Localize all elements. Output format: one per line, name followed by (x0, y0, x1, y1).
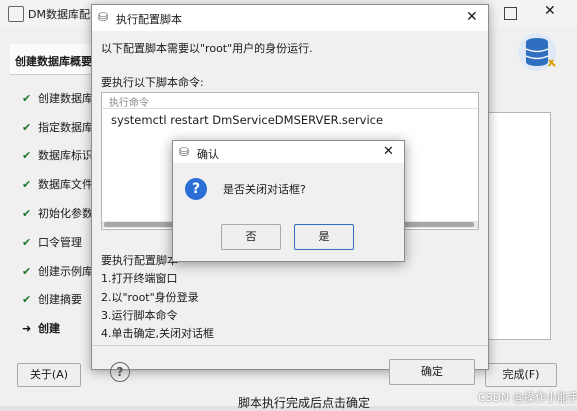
close-icon[interactable]: ✕ (544, 3, 556, 19)
about-button[interactable]: 关于(A) (17, 363, 81, 387)
step-label: 数据库文件 (38, 178, 93, 191)
step-item: ✔ 初始化参数 (22, 205, 93, 221)
commands-label: 要执行以下脚本命令: (101, 76, 204, 89)
step-label: 创建数据库 (38, 92, 93, 105)
confirm-dialog-title: 确认 (197, 148, 219, 161)
step-label: 口令管理 (38, 236, 82, 249)
step-item: ✔ 创建示例库 (22, 263, 93, 279)
main-content-area (487, 112, 551, 340)
database-logo-icon (513, 30, 563, 74)
script-dialog-titlebar: ⛁ 执行配置脚本 ✕ (92, 5, 488, 31)
maximize-icon[interactable] (504, 7, 517, 20)
script-dialog-title: 执行配置脚本 (116, 13, 182, 26)
check-icon: ✔ (22, 149, 32, 162)
instruction-step: 3.运行脚本命令 (101, 309, 178, 322)
script-intro-text: 以下配置脚本需要以"root"用户的身份运行. (101, 42, 313, 55)
close-icon[interactable]: ✕ (383, 144, 394, 159)
check-icon: ✔ (22, 178, 32, 191)
check-icon: ✔ (22, 265, 32, 278)
commands-table-header: 执行命令 (102, 93, 478, 109)
step-item: ✔ 创建数据库 (22, 90, 93, 106)
step-label: 创建 (38, 322, 60, 335)
step-label: 指定数据库 (38, 121, 93, 134)
summary-header: 创建数据库概要 (10, 44, 92, 75)
arrow-right-icon: ➜ (22, 322, 32, 335)
step-label: 创建摘要 (38, 293, 82, 306)
step-item: ✔ 数据库文件 (22, 176, 93, 192)
step-label: 创建示例库 (38, 265, 93, 278)
step-item: ✔ 创建摘要 (22, 291, 82, 307)
check-icon: ✔ (22, 92, 32, 105)
check-icon: ✔ (22, 236, 32, 249)
confirm-message: 是否关闭对话框? (223, 183, 306, 196)
ok-button[interactable]: 确定 (389, 359, 475, 385)
step-item: ✔ 口令管理 (22, 234, 82, 250)
confirm-dialog-titlebar: ⛁ 确认 ✕ (173, 141, 404, 163)
divider (92, 345, 488, 346)
instruction-step: 4.单击确定,关闭对话框 (101, 327, 214, 340)
yes-button[interactable]: 是 (294, 224, 354, 250)
instruction-step: 1.打开终端窗口 (101, 272, 178, 285)
help-icon[interactable]: ? (110, 362, 130, 382)
command-row[interactable]: systemctl restart DmServiceDMSERVER.serv… (111, 113, 383, 127)
dialog-app-icon: ⛁ (179, 145, 190, 159)
confirm-dialog: ⛁ 确认 ✕ ? 是否关闭对话框? 否 是 (172, 140, 405, 262)
check-icon: ✔ (22, 121, 32, 134)
no-button[interactable]: 否 (221, 224, 281, 250)
steps-heading: 要执行配置脚本 (101, 254, 178, 267)
watermark: CSDN @操作小能手 (478, 391, 577, 404)
question-icon: ? (185, 178, 207, 200)
step-item-current: ➜ 创建 (22, 320, 60, 336)
footer-hint-text: 脚本执行完成后点击确定 (238, 396, 371, 410)
step-item: ✔ 指定数据库 (22, 119, 93, 135)
check-icon: ✔ (22, 207, 32, 220)
commands-header-label: 执行命令 (109, 98, 149, 109)
finish-button[interactable]: 完成(F) (485, 363, 557, 387)
instruction-step: 2.以"root"身份登录 (101, 291, 199, 304)
check-icon: ✔ (22, 293, 32, 306)
dialog-app-icon: ⛁ (98, 10, 109, 24)
summary-header-label: 创建数据库概要 (15, 55, 92, 68)
step-item: ✔ 数据库标识 (22, 147, 93, 163)
close-icon[interactable]: ✕ (466, 9, 478, 25)
step-label: 初始化参数 (38, 207, 93, 220)
app-icon (8, 6, 24, 22)
step-label: 数据库标识 (38, 149, 93, 162)
